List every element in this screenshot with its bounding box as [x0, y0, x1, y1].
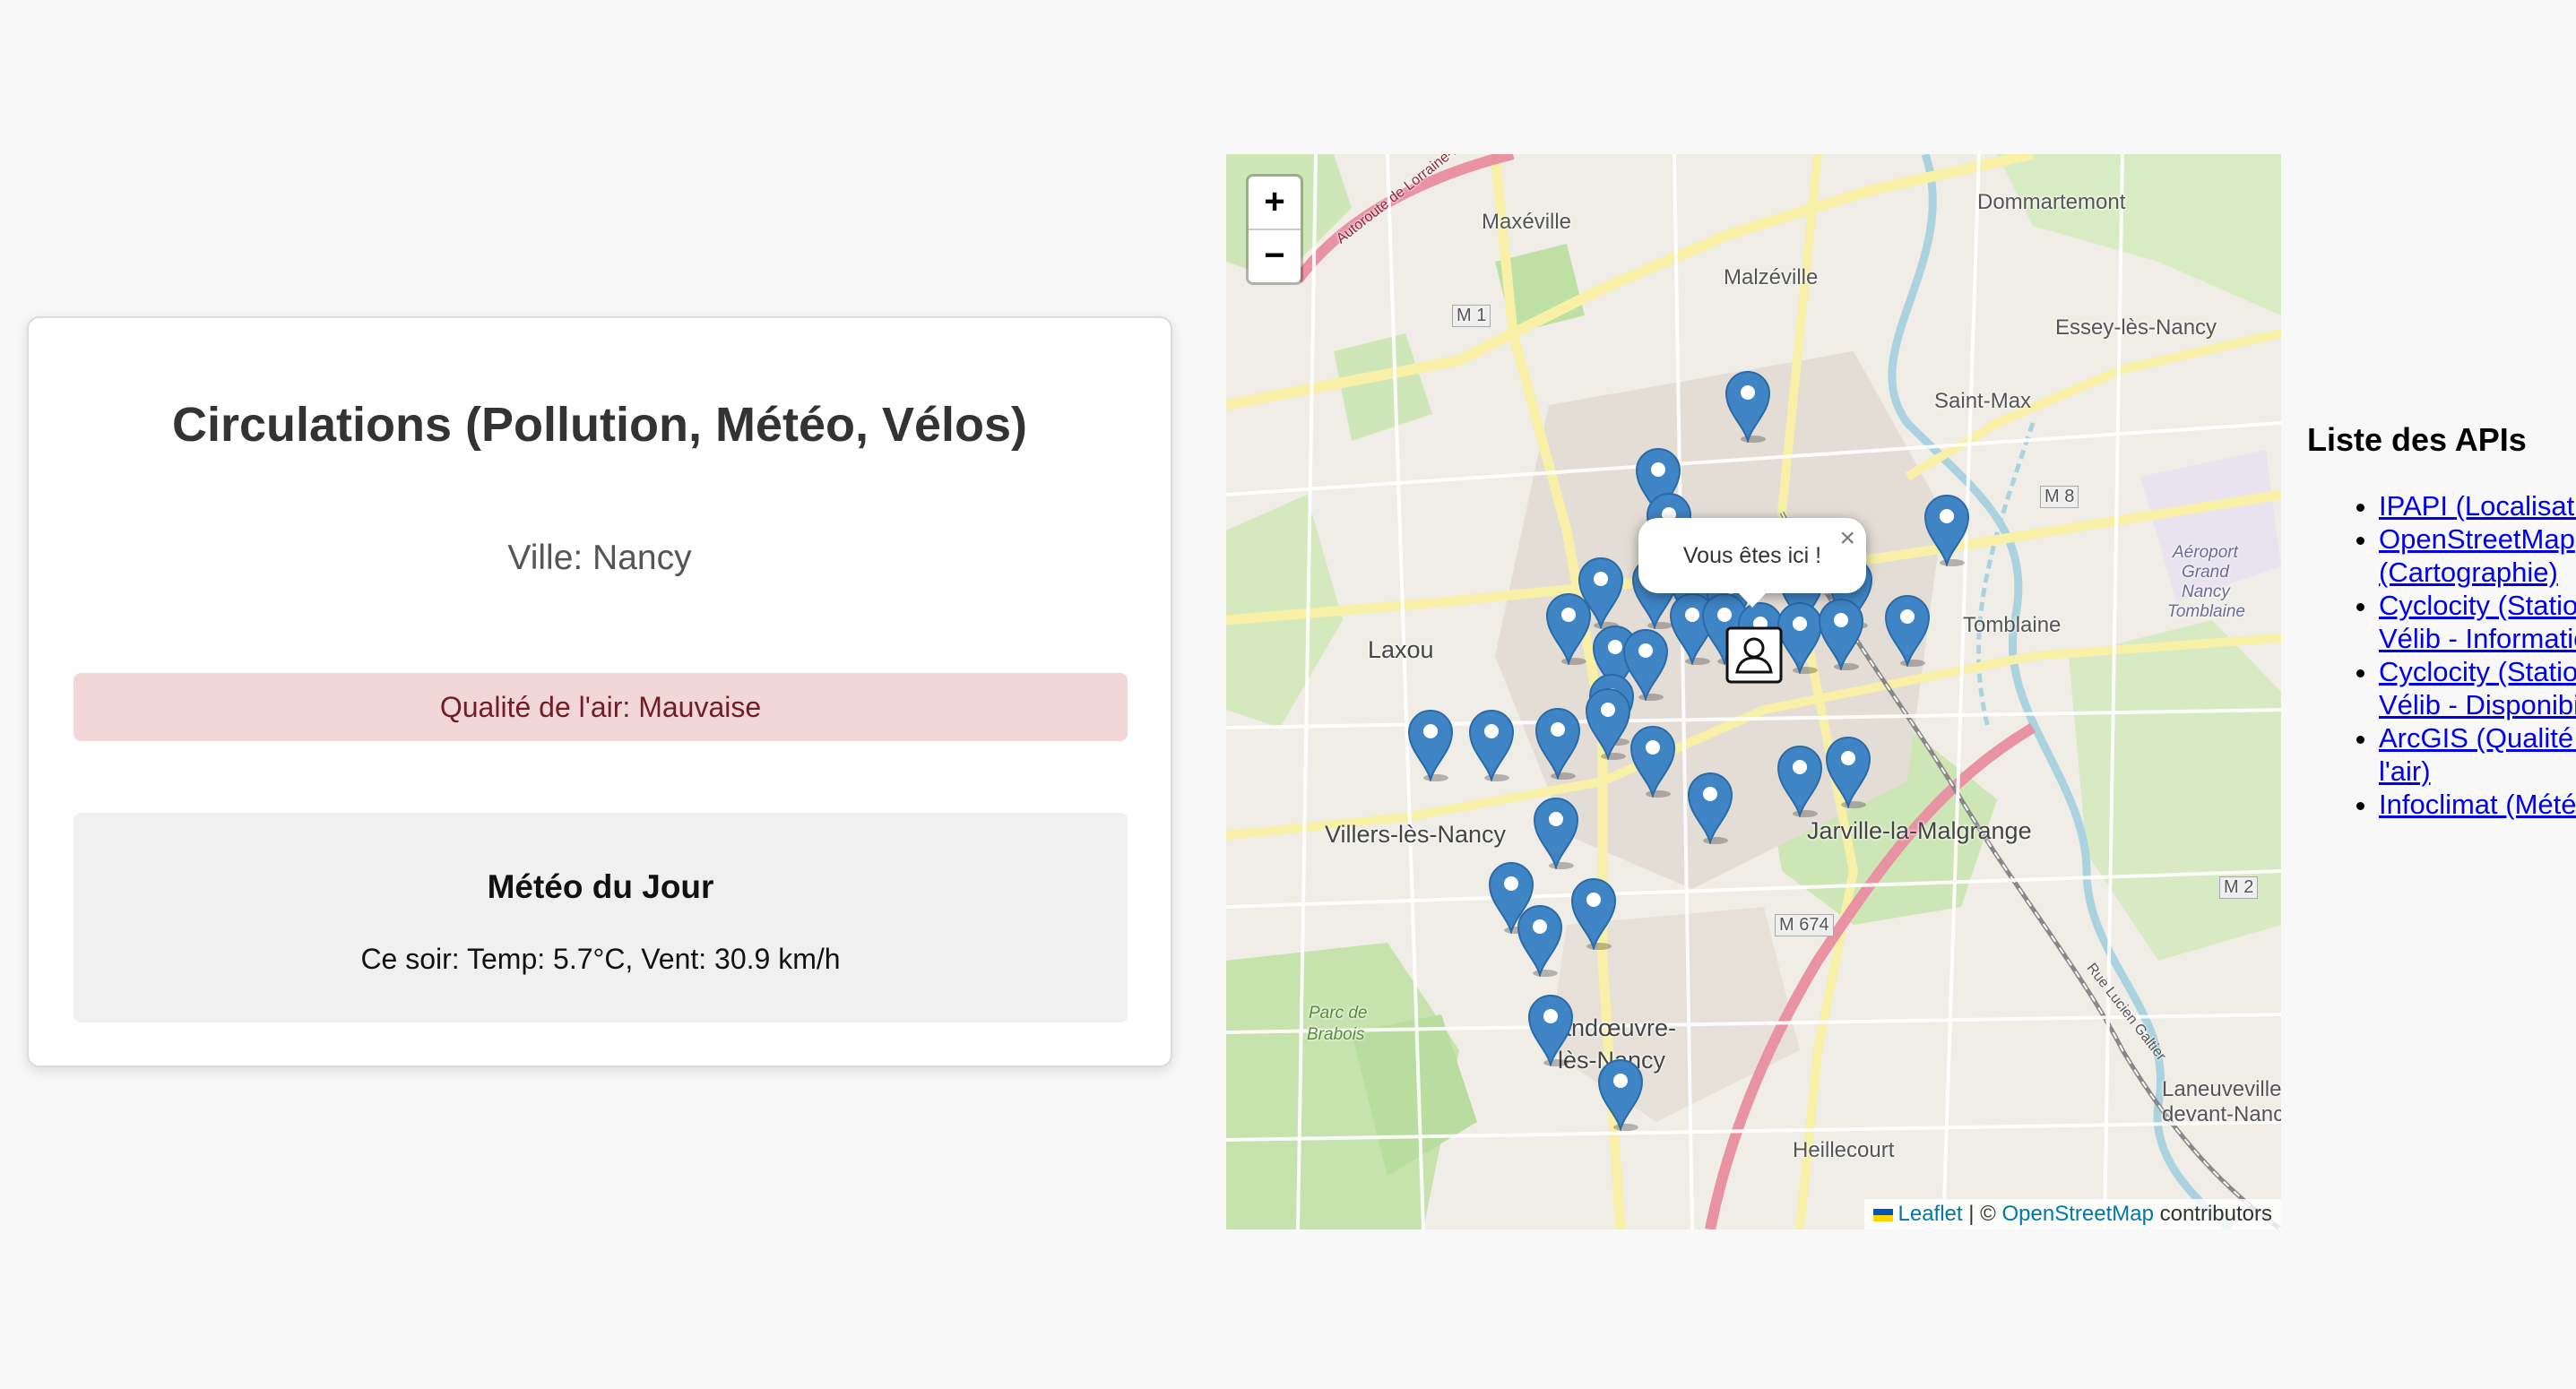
api-link[interactable]: OpenStreetMap (Cartographie) — [2379, 523, 2575, 588]
map-label: Malzéville — [1724, 265, 1819, 289]
map-label: Villers-lès-Nancy — [1325, 821, 1507, 848]
api-list-title: Liste des APIs — [2307, 421, 2527, 458]
map-label: Parc de — [1309, 1004, 1368, 1022]
map-label: M 1 — [1452, 305, 1491, 327]
api-list: Liste des APIs IPAPI (Localisation) Open… — [2307, 421, 2576, 821]
map-label: Laneuveville — [2162, 1077, 2281, 1101]
api-link[interactable]: Infoclimat (Météo) — [2379, 789, 2576, 820]
bike-station-marker-icon[interactable] — [1686, 771, 1734, 846]
location-popup: Vous êtes ici ! × — [1638, 518, 1866, 608]
api-item: ArcGIS (Qualité de l'air) — [2379, 721, 2576, 788]
user-location-icon[interactable] — [1725, 625, 1784, 685]
bike-station-marker-icon[interactable] — [1534, 706, 1582, 781]
bike-station-marker-icon[interactable] — [1532, 796, 1580, 871]
map-label: Saint-Max — [1934, 389, 2032, 413]
bike-station-marker-icon[interactable] — [1883, 593, 1932, 669]
api-item: Cyclocity (Stations Vélib - Informations… — [2379, 589, 2576, 655]
page-title: Circulations (Pollution, Météo, Vélos) — [171, 398, 1028, 452]
map-label: devant-Nancy — [2162, 1102, 2281, 1126]
bike-station-marker-icon[interactable] — [1467, 708, 1516, 783]
bike-station-marker-icon[interactable] — [1584, 686, 1632, 762]
map-label: Laxou — [1368, 636, 1434, 663]
map-attribution: Leaflet | © OpenStreetMap contributors — [1863, 1199, 2281, 1229]
api-item: OpenStreetMap (Cartographie) — [2379, 522, 2576, 589]
weather-panel: Météo du Jour Ce soir: Temp: 5.7°C, Vent… — [73, 813, 1128, 1022]
api-item: IPAPI (Localisation) — [2379, 489, 2576, 522]
bike-station-marker-icon[interactable] — [1516, 903, 1564, 979]
api-list-items: IPAPI (Localisation) OpenStreetMap (Cart… — [2307, 489, 2576, 821]
map-label: Dommartemont — [1977, 190, 2126, 214]
api-item: Infoclimat (Météo) — [2379, 788, 2576, 821]
bike-station-marker-icon[interactable] — [1544, 591, 1593, 667]
weather-title: Météo du Jour — [487, 868, 714, 905]
zoom-out-button[interactable]: − — [1249, 229, 1301, 282]
api-link[interactable]: Cyclocity (Stations Vélib - Disponibilit… — [2379, 656, 2576, 720]
ukraine-flag-icon — [1872, 1209, 1893, 1221]
map-label: M 674 — [1775, 914, 1834, 936]
map[interactable]: Maxéville Malzéville Dommartemont Essey-… — [1226, 154, 2281, 1229]
leaflet-link[interactable]: Leaflet — [1898, 1202, 1963, 1226]
map-label: M 8 — [2040, 486, 2079, 508]
map-label: Jarville-la-Malgrange — [1807, 817, 2032, 844]
map-label: Nancy — [2182, 582, 2230, 601]
bike-station-marker-icon[interactable] — [1596, 1057, 1645, 1133]
map-label: Tomblaine — [1963, 613, 2062, 637]
bike-station-marker-icon[interactable] — [1406, 708, 1455, 783]
api-link[interactable]: ArcGIS (Qualité de l'air) — [2379, 722, 2576, 787]
weather-text: Ce soir: Temp: 5.7°C, Vent: 30.9 km/h — [360, 943, 841, 975]
api-link[interactable]: IPAPI (Localisation) — [2379, 490, 2576, 522]
bike-station-marker-icon[interactable] — [1776, 744, 1824, 819]
map-label: Grand — [2182, 563, 2229, 582]
api-link[interactable]: Cyclocity (Stations Vélib - Informations… — [2379, 590, 2576, 654]
popup-text: Vous êtes ici ! — [1682, 542, 1822, 568]
map-label: Maxéville — [1482, 210, 1572, 234]
bike-station-marker-icon[interactable] — [1923, 493, 1971, 568]
air-quality-banner: Qualité de l'air: Mauvaise — [73, 673, 1128, 741]
attribution-separator: | © — [1968, 1202, 1996, 1226]
attribution-contributors: contributors — [2159, 1202, 2272, 1226]
api-item: Cyclocity (Stations Vélib - Disponibilit… — [2379, 655, 2576, 721]
city-label: Ville: Nancy — [507, 539, 692, 577]
bike-station-marker-icon[interactable] — [1724, 369, 1772, 444]
map-label: M 2 — [2219, 876, 2259, 899]
bike-station-marker-icon[interactable] — [1569, 876, 1618, 952]
map-label: Brabois — [1307, 1025, 1365, 1044]
map-label: Essey-lès-Nancy — [2055, 315, 2217, 340]
zoom-in-button[interactable]: + — [1249, 177, 1301, 229]
bike-station-marker-icon[interactable] — [1824, 735, 1872, 810]
close-icon[interactable]: × — [1839, 523, 1855, 554]
bike-station-marker-icon[interactable] — [1629, 724, 1677, 799]
map-label: Heillecourt — [1793, 1138, 1895, 1162]
bike-station-marker-icon[interactable] — [1817, 597, 1865, 672]
map-label: Tomblaine — [2167, 602, 2245, 621]
osm-link[interactable]: OpenStreetMap — [2002, 1202, 2154, 1226]
info-card: Circulations (Pollution, Météo, Vélos) V… — [27, 316, 1172, 1067]
zoom-control: + − — [1246, 174, 1303, 285]
bike-station-marker-icon[interactable] — [1526, 993, 1575, 1068]
map-label: Aéroport — [2173, 543, 2238, 562]
popup-tip — [1738, 592, 1767, 608]
